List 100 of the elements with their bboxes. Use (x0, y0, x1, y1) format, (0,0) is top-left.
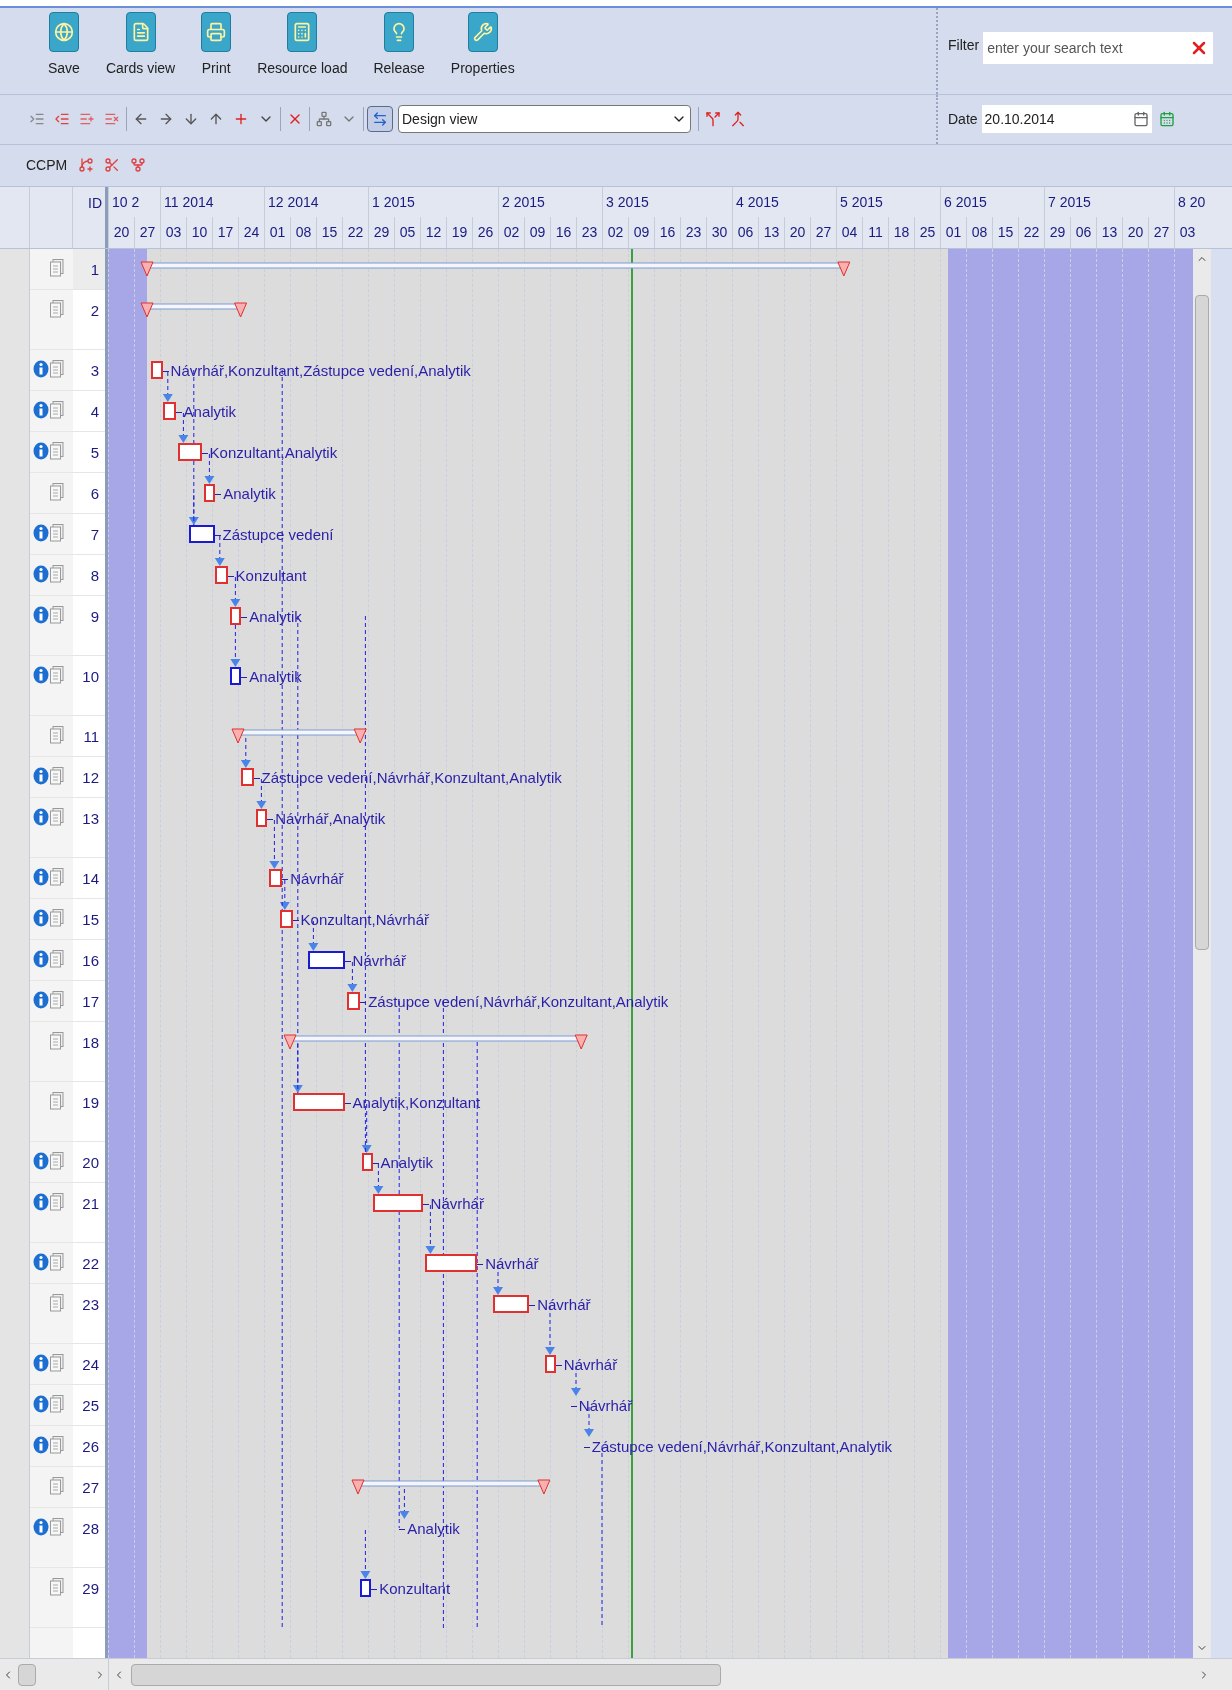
ribbon-button[interactable]: Save (38, 12, 90, 79)
document-icon (50, 1091, 64, 1110)
globe-icon (48, 12, 79, 52)
task-bar[interactable] (269, 868, 283, 887)
week-label: 08 (290, 216, 316, 248)
document-icon (50, 1151, 64, 1170)
split-icon (705, 111, 721, 128)
hierarchy-icon (316, 111, 332, 128)
task-bar[interactable] (204, 483, 216, 502)
wrench-icon (467, 12, 498, 52)
week-label: 03 (1174, 216, 1200, 248)
week-label: 30 (706, 216, 732, 248)
task-bar[interactable] (188, 524, 215, 543)
task-bar[interactable] (279, 909, 293, 928)
info-icon (33, 1394, 49, 1413)
row-number: 3 (90, 360, 99, 381)
week-label: 03 (160, 216, 186, 248)
task-bar[interactable] (150, 360, 163, 379)
row-number: 13 (82, 808, 99, 829)
info-icon (33, 1151, 49, 1170)
ribbon-button[interactable]: Cards view (95, 12, 186, 79)
week-label: 10 (186, 216, 212, 248)
row-number: 15 (82, 909, 99, 930)
month-label: 7 2015 (1044, 186, 1174, 217)
week-label: 24 (238, 216, 264, 248)
week-label: 26 (472, 216, 498, 248)
task-bar[interactable] (214, 565, 228, 584)
month-label: 4 2015 (732, 186, 836, 217)
week-label: 19 (446, 216, 472, 248)
ribbon-button[interactable]: Resource load (247, 12, 358, 79)
week-label: 06 (1070, 216, 1096, 248)
row-number: 5 (90, 442, 99, 463)
ribbon-button[interactable]: Properties (440, 12, 525, 79)
document-icon (50, 564, 64, 583)
task-bar[interactable] (308, 950, 345, 969)
row-number: 8 (90, 565, 99, 586)
task-bar[interactable] (230, 606, 242, 625)
row-number: 9 (90, 606, 99, 627)
info-icon (33, 949, 49, 968)
week-label: 20 (784, 216, 810, 248)
week-label: 01 (940, 216, 966, 248)
task-bar[interactable] (360, 1578, 372, 1597)
info-icon (33, 564, 49, 583)
month-label: 6 2015 (940, 186, 1044, 217)
info-icon (33, 605, 49, 624)
task-bar[interactable] (347, 991, 361, 1010)
week-label: 12 (420, 216, 446, 248)
document-icon (50, 1577, 64, 1596)
document-icon (50, 1252, 64, 1271)
task-bar[interactable] (178, 442, 202, 461)
ribbon-button[interactable]: Release (363, 12, 435, 79)
id-column-header: ID (88, 193, 102, 213)
task-bar[interactable] (292, 1092, 345, 1111)
scrollbar-thumb[interactable] (131, 1663, 721, 1686)
merge-icon (730, 111, 746, 128)
document-icon (50, 258, 64, 277)
week-label: 04 (836, 216, 862, 248)
date-field[interactable]: 20.10.2014 (981, 105, 1152, 134)
week-label: 09 (628, 216, 654, 248)
scrollbar-thumb[interactable] (18, 1663, 36, 1686)
vertical-scrollbar[interactable] (1193, 248, 1211, 1659)
task-bar[interactable] (425, 1253, 478, 1272)
info-icon (33, 1353, 49, 1372)
document-icon (50, 1031, 64, 1050)
calculator-icon (287, 12, 318, 52)
row-number: 17 (82, 991, 99, 1012)
task-bar[interactable] (240, 767, 254, 786)
scrollbar-thumb[interactable] (1195, 294, 1209, 950)
task-bar[interactable] (492, 1294, 530, 1313)
week-label: 20 (108, 216, 134, 248)
week-label: 27 (810, 216, 836, 248)
row-number: 12 (82, 767, 99, 788)
view-toggle-button[interactable] (367, 106, 393, 133)
week-label: 27 (134, 216, 160, 248)
task-bar[interactable] (373, 1193, 423, 1212)
info-icon (33, 867, 49, 886)
row-number: 7 (90, 524, 99, 545)
document-icon (50, 299, 64, 318)
week-label: 16 (550, 216, 576, 248)
row-number: 24 (82, 1354, 99, 1375)
row-number: 27 (82, 1477, 99, 1498)
row-number: 19 (82, 1092, 99, 1113)
month-label: 10 2 (108, 186, 160, 217)
week-label: 22 (1018, 216, 1044, 248)
week-label: 09 (524, 216, 550, 248)
document-icon (50, 441, 64, 460)
search-field[interactable]: enter your search text (983, 32, 1186, 64)
printer-icon (201, 12, 232, 52)
row-number: 23 (82, 1294, 99, 1315)
task-bar[interactable] (256, 808, 268, 827)
ribbon-button[interactable]: Print (191, 12, 242, 79)
month-label: 1 2015 (368, 186, 498, 217)
task-bar[interactable] (544, 1354, 556, 1373)
task-bar[interactable] (230, 666, 242, 685)
lightbulb-icon (384, 12, 415, 52)
task-bar[interactable] (361, 1152, 373, 1171)
view-dropdown[interactable]: Design view (398, 105, 691, 134)
task-bar[interactable] (162, 401, 176, 420)
calendar-icon (1132, 111, 1149, 128)
clear-button[interactable] (1185, 32, 1214, 64)
